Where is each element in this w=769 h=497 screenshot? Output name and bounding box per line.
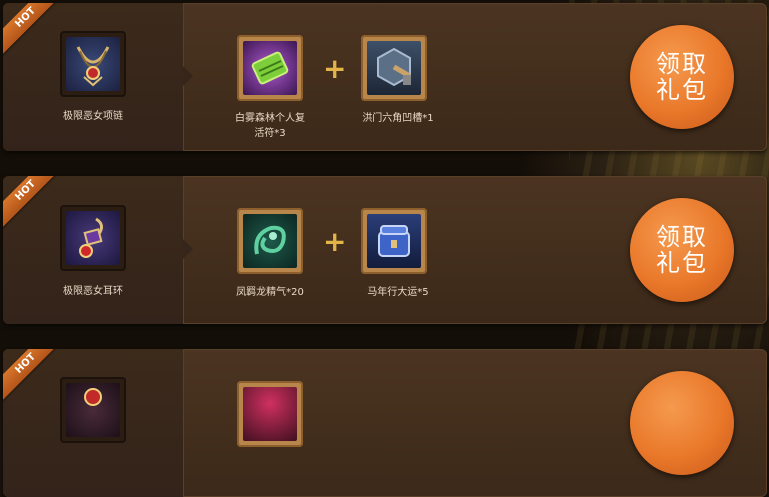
gift-pack-row: HOT xyxy=(3,349,767,497)
main-item-name: 极限恶女耳环 xyxy=(63,286,123,297)
chest-icon xyxy=(367,214,421,268)
gift-name-line: 活符*3 xyxy=(254,128,286,139)
plus-sign: + xyxy=(323,52,347,85)
gift-item-name: 凤羁龙精气*20 xyxy=(236,287,304,298)
panel-notch xyxy=(183,239,193,259)
gift-item-name: 马年行大运*5 xyxy=(367,287,429,298)
necklace-icon xyxy=(66,37,120,91)
gift-pack-row: HOT 极限恶女项链 白雾森林个人复 活符*3 + 洪门六角凹槽*1 领取 礼包 xyxy=(3,3,767,151)
scroll-icon xyxy=(243,41,297,95)
main-item-slot[interactable] xyxy=(60,205,126,271)
claim-button-line2: 礼包 xyxy=(656,76,708,104)
gift-item-slot[interactable] xyxy=(361,208,427,274)
gift-item-slot[interactable] xyxy=(237,35,303,101)
claim-gift-button[interactable]: 领取 礼包 xyxy=(630,25,734,129)
ring-icon xyxy=(66,383,120,437)
gift-item-name: 洪门六角凹槽*1 xyxy=(362,113,434,124)
gift-item-slot[interactable] xyxy=(237,381,303,447)
gift-pack-row: HOT 极限恶女耳环 凤羁龙精气*20 + 马年行大运*5 领取 礼包 xyxy=(3,176,767,324)
claim-button-line1: 领取 xyxy=(656,50,708,78)
gift-name-line: 白雾森林个人复 xyxy=(235,113,305,124)
gift-item-name: 白雾森林个人复 活符*3 xyxy=(225,111,315,141)
claim-gift-button[interactable]: 领取 礼包 xyxy=(630,198,734,302)
gift-item-slot[interactable] xyxy=(237,208,303,274)
claim-button-line1: 领取 xyxy=(656,223,708,251)
earring-icon xyxy=(66,211,120,265)
claim-gift-button[interactable] xyxy=(630,371,734,475)
divider xyxy=(183,349,184,497)
claim-button-line2: 礼包 xyxy=(656,249,708,277)
main-item-slot[interactable] xyxy=(60,31,126,97)
panel-notch xyxy=(183,66,193,86)
main-item-slot[interactable] xyxy=(60,377,126,443)
socket-hammer-icon xyxy=(367,41,421,95)
plus-sign: + xyxy=(323,225,347,258)
gift-icon xyxy=(243,387,297,441)
gift-item-slot[interactable] xyxy=(361,35,427,101)
main-item-name: 极限恶女项链 xyxy=(63,111,123,122)
dragon-essence-icon xyxy=(243,214,297,268)
